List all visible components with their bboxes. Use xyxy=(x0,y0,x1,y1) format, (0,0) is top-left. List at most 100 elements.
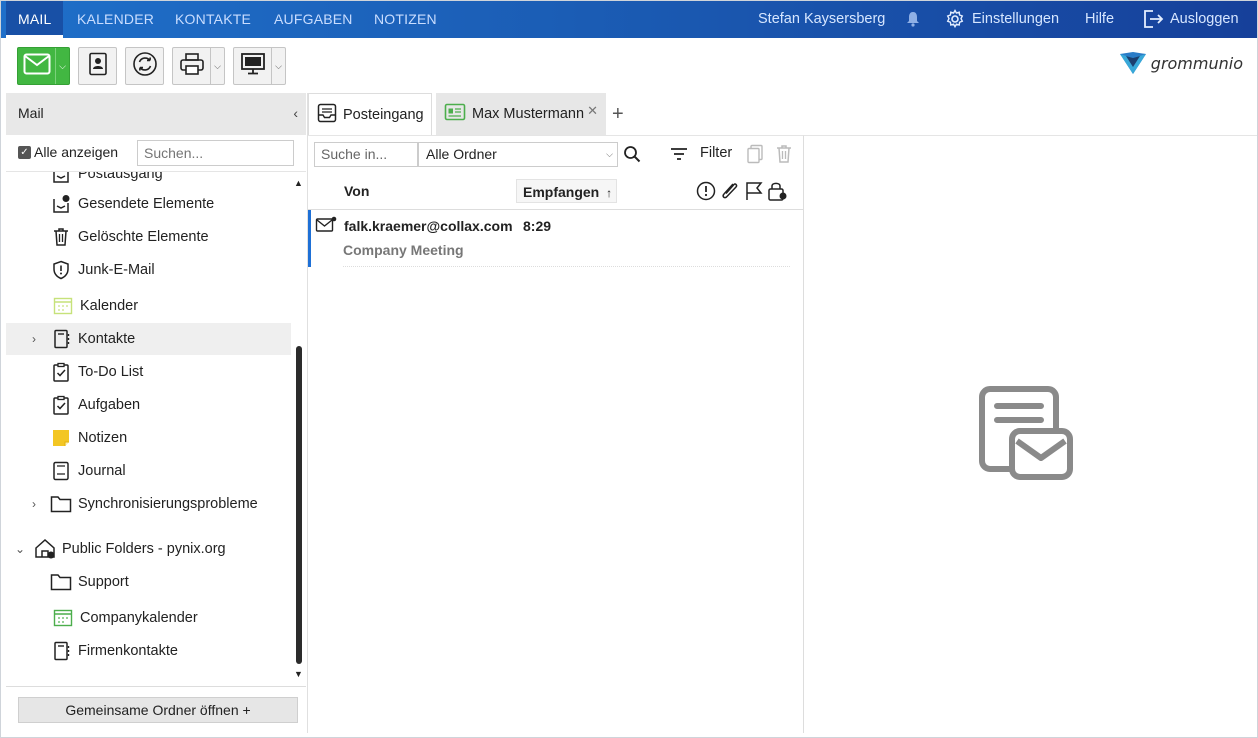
folder-todo[interactable]: To-Do List xyxy=(6,356,291,388)
printer-icon xyxy=(179,52,205,81)
todo-icon xyxy=(50,361,72,383)
filter-icon[interactable] xyxy=(670,147,688,166)
trash-icon xyxy=(50,226,72,248)
folder-notes[interactable]: Notizen xyxy=(6,422,291,454)
folder-scrollbar[interactable]: ▲ ▼ xyxy=(294,172,304,686)
settings-link[interactable]: Einstellungen xyxy=(972,1,1059,38)
folder-pane-footer: Gemeinsame Ordner öffnen + xyxy=(6,686,306,733)
folder-public-root[interactable]: ⌄ Public Folders - pynix.org xyxy=(6,533,291,565)
address-book-button[interactable] xyxy=(78,47,117,85)
nav-notes[interactable]: NOTIZEN xyxy=(362,1,449,38)
scroll-up-icon[interactable]: ▲ xyxy=(294,178,303,188)
contact-card-icon xyxy=(444,103,466,125)
show-all-checkbox[interactable]: ✓ Alle anzeigen xyxy=(18,144,118,160)
bell-icon[interactable] xyxy=(906,1,920,38)
scroll-down-icon[interactable]: ▼ xyxy=(294,669,303,679)
delete-icon[interactable] xyxy=(774,144,794,169)
folder-tasks[interactable]: Aufgaben xyxy=(6,389,291,421)
filter-button[interactable]: Filter xyxy=(700,145,732,161)
journal-icon xyxy=(50,460,72,482)
monitor-icon xyxy=(240,52,266,81)
new-mail-button[interactable]: ⌵ xyxy=(17,47,70,85)
contacts-icon xyxy=(50,328,72,350)
scrollbar-thumb[interactable] xyxy=(296,346,302,664)
chevron-right-icon[interactable]: › xyxy=(32,497,36,511)
column-received[interactable]: Empfangen ↑ xyxy=(516,179,617,203)
attachment-icon[interactable] xyxy=(719,181,741,204)
flag-icon[interactable] xyxy=(744,181,764,204)
print-button[interactable]: ⌵ xyxy=(172,47,225,85)
column-from[interactable]: Von xyxy=(344,183,369,199)
folder-contacts[interactable]: › Kontakte xyxy=(6,323,291,355)
show-all-label: Alle anzeigen xyxy=(34,144,119,160)
search-input[interactable]: Suche in... xyxy=(314,142,418,167)
column-header-row: Von Empfangen ↑ xyxy=(308,173,804,210)
tab-contact-label: Max Mustermann xyxy=(472,106,585,122)
message-time: 8:29 xyxy=(523,218,552,234)
chevron-down-icon: ⌵ xyxy=(606,149,613,159)
tab-inbox-label: Posteingang xyxy=(343,106,424,123)
folder-sync-issues[interactable]: › Synchronisierungsprobleme xyxy=(6,488,291,520)
public-folder-icon xyxy=(34,538,56,560)
outbox-icon xyxy=(50,172,72,185)
calendar-icon xyxy=(52,295,74,317)
nav-calendar[interactable]: KALENDER xyxy=(65,1,166,38)
tab-inbox[interactable]: Posteingang xyxy=(308,93,432,135)
refresh-icon xyxy=(132,51,158,82)
folder-calendar[interactable]: Kalender xyxy=(6,290,291,322)
folder-scope-select[interactable]: Alle Ordner ⌵ xyxy=(418,142,618,167)
copy-icon[interactable] xyxy=(746,144,764,169)
open-shared-folders-button[interactable]: Gemeinsame Ordner öffnen + xyxy=(18,697,298,723)
folder-tree: Postausgang Gesendete Elemente Gelöschte… xyxy=(6,171,306,686)
chevron-down-icon[interactable]: ⌵ xyxy=(210,48,224,84)
lock-icon[interactable] xyxy=(767,181,789,204)
folder-deleted[interactable]: Gelöschte Elemente xyxy=(6,221,291,253)
search-icon[interactable] xyxy=(623,145,641,168)
contacts-icon xyxy=(50,640,72,662)
no-message-selected-icon xyxy=(979,386,1075,487)
folder-company-contacts[interactable]: Firmenkontakte xyxy=(6,635,291,667)
unread-envelope-icon xyxy=(315,216,337,239)
sort-ascending-icon: ↑ xyxy=(606,186,613,200)
chevron-down-icon[interactable]: ⌵ xyxy=(271,48,285,84)
tab-bar: Posteingang Max Mustermann ✕ + xyxy=(308,93,1258,135)
message-from: falk.kraemer@collax.com xyxy=(344,218,513,234)
folder-company-calendar[interactable]: Companykalender xyxy=(6,602,291,634)
tab-contact-max[interactable]: Max Mustermann ✕ xyxy=(436,93,606,135)
gear-icon[interactable] xyxy=(945,1,965,38)
inbox-icon xyxy=(317,103,337,127)
folder-icon xyxy=(50,493,72,515)
logout-link[interactable]: Ausloggen xyxy=(1170,1,1239,38)
notes-icon xyxy=(50,427,72,449)
close-icon[interactable]: ✕ xyxy=(587,103,598,119)
nav-contacts[interactable]: KONTAKTE xyxy=(163,1,263,38)
help-link[interactable]: Hilfe xyxy=(1085,1,1114,38)
chevron-down-icon[interactable]: ⌵ xyxy=(55,48,69,84)
address-book-icon xyxy=(87,52,109,81)
message-row[interactable]: falk.kraemer@collax.com 8:29 Company Mee… xyxy=(308,210,804,267)
search-bar: Suche in... Alle Ordner ⌵ Filter xyxy=(308,135,804,173)
logout-icon[interactable] xyxy=(1142,1,1164,38)
nav-mail[interactable]: MAIL xyxy=(6,1,64,38)
folder-journal[interactable]: Journal xyxy=(6,455,291,487)
logo-text: grommunio xyxy=(1150,53,1243,73)
top-navigation: MAIL KALENDER KONTAKTE AUFGABEN NOTIZEN … xyxy=(1,1,1257,38)
toolbar: ⌵ ⌵ ⌵ grommunio xyxy=(1,38,1257,91)
folder-support[interactable]: Support xyxy=(6,566,291,598)
refresh-button[interactable] xyxy=(125,47,164,85)
folder-search-input[interactable] xyxy=(137,140,294,166)
collapse-pane-icon[interactable]: ‹ xyxy=(293,93,298,133)
user-name[interactable]: Stefan Kaysersberg xyxy=(758,1,885,38)
view-button[interactable]: ⌵ xyxy=(233,47,286,85)
reading-pane xyxy=(803,135,1257,733)
chevron-right-icon[interactable]: › xyxy=(32,332,36,346)
shield-icon xyxy=(50,259,72,281)
add-tab-icon[interactable]: + xyxy=(612,103,624,126)
folder-junk[interactable]: Junk-E-Mail xyxy=(6,254,291,286)
chevron-down-icon[interactable]: ⌄ xyxy=(15,542,25,556)
importance-icon[interactable] xyxy=(696,181,716,204)
envelope-icon xyxy=(23,53,51,80)
row-divider xyxy=(343,266,790,267)
folder-sent[interactable]: Gesendete Elemente xyxy=(6,188,291,220)
nav-tasks[interactable]: AUFGABEN xyxy=(262,1,365,38)
